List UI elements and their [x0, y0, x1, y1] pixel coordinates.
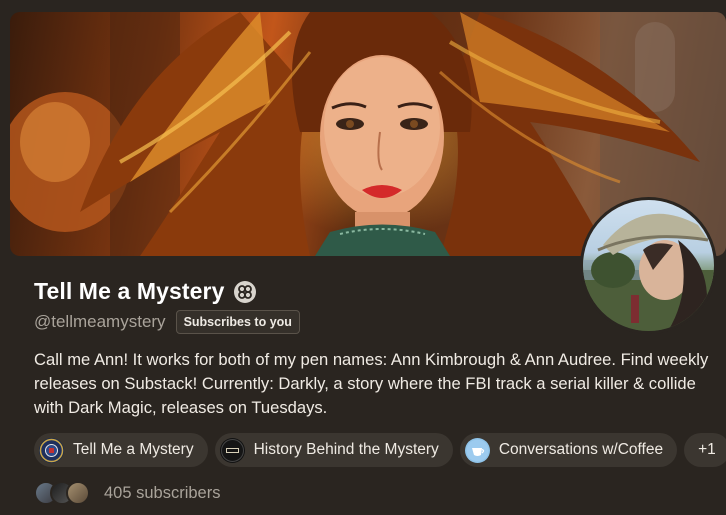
coffee-logo-icon [464, 437, 490, 463]
publication-title[interactable]: Tell Me a Mystery [34, 278, 224, 305]
fbi-seal-icon [39, 437, 64, 463]
profile-bio: Call me Ann! It works for both of my pen… [34, 350, 709, 417]
subscribers-row[interactable]: 405 subscribers [34, 481, 220, 505]
handle-row: @tellmeamystery Subscribes to you [34, 310, 300, 334]
user-handle[interactable]: @tellmeamystery [34, 312, 166, 332]
publication-pill-label: Conversations w/Coffee [498, 441, 664, 458]
publication-pill-tell-me-a-mystery[interactable]: Tell Me a Mystery [34, 433, 208, 467]
subscriber-count: 405 subscribers [104, 483, 221, 502]
more-publications-count: +1 [698, 441, 716, 458]
more-publications-button[interactable]: +1 [684, 433, 726, 467]
profile-page: Tell Me a Mystery @tellmeamystery Subscr… [0, 0, 726, 515]
publication-pill-history-behind-the-mystery[interactable]: History Behind the Mystery [214, 433, 453, 467]
publication-pill-conversations-w-coffee[interactable]: Conversations w/Coffee [459, 433, 678, 467]
author-avatar[interactable] [580, 197, 717, 334]
subscriber-avatars [34, 481, 90, 505]
substack-badge-icon [234, 280, 257, 303]
history-logo-icon [219, 437, 245, 463]
publication-pill-label: History Behind the Mystery [253, 441, 439, 458]
publication-list: Tell Me a Mystery History Behind the Mys… [34, 433, 726, 467]
subscribes-to-you-badge: Subscribes to you [175, 310, 300, 334]
publication-pill-label: Tell Me a Mystery [73, 441, 194, 458]
subscriber-avatar [66, 481, 90, 505]
title-row: Tell Me a Mystery [34, 278, 257, 305]
